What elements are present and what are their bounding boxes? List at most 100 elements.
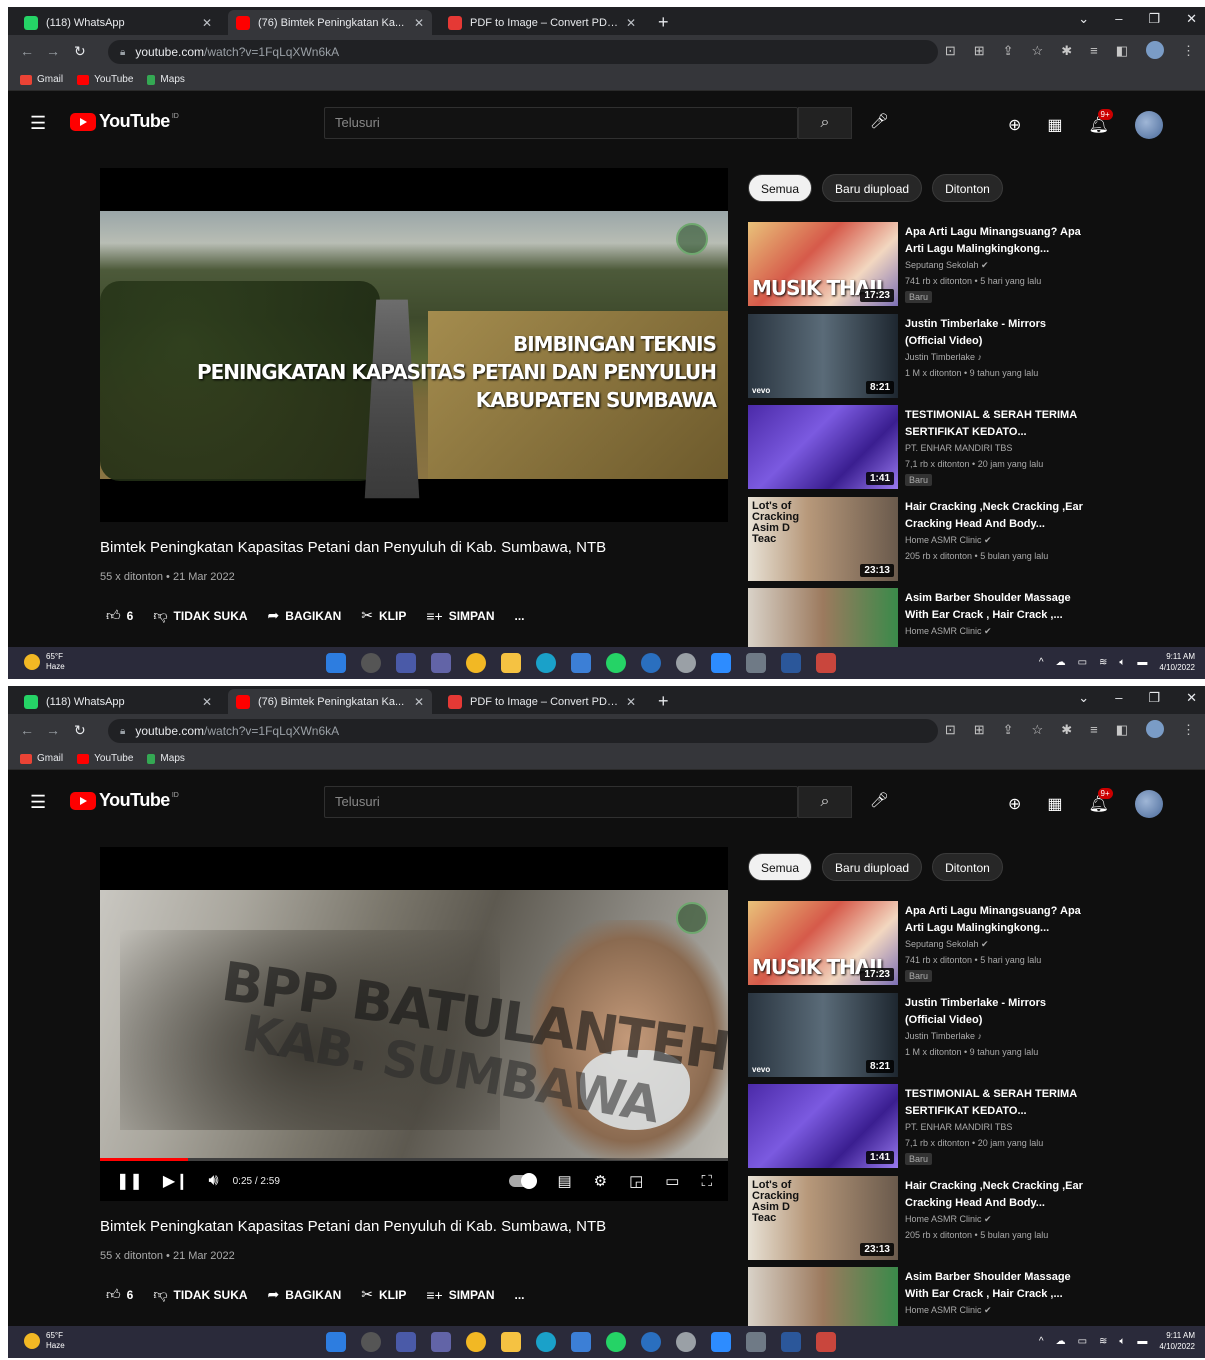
list-item[interactable]: vevo 8:21 Justin Timberlake - Mirrors (Of… — [748, 314, 1088, 402]
display-icon[interactable]: ▭ — [1078, 657, 1087, 668]
share-icon[interactable]: ⇪ — [1003, 722, 1014, 738]
forward-icon[interactable]: → — [46, 43, 60, 59]
avatar[interactable] — [1134, 790, 1163, 818]
weather-widget[interactable]: 65°F Haze — [24, 652, 65, 672]
miniplayer-icon[interactable]: ◲ — [629, 1172, 643, 1190]
video-thumbnail[interactable]: MUSIK THAIL 17:23 — [748, 222, 898, 306]
chevron-up-icon[interactable]: ^ — [1039, 657, 1044, 668]
list-item[interactable]: Lot's of Cracking Asim D Teac 23:13 Hair … — [748, 497, 1088, 585]
profile-avatar[interactable] — [1146, 720, 1164, 738]
bookmark-youtube[interactable]: YouTube — [77, 753, 133, 764]
apps-icon[interactable]: ▦ — [1047, 794, 1062, 814]
maximize-button[interactable]: ❐ — [1148, 690, 1160, 706]
save-button[interactable]: ≡+ SIMPAN — [426, 608, 494, 624]
file-explorer-icon[interactable] — [501, 1332, 521, 1352]
video-player[interactable]: BPP BATULANTEH KAB. SUMBAWA ❚❚ ▶❙ 🔊︎ 0:2… — [100, 847, 728, 1201]
list-item[interactable]: MUSIK THAIL 17:23 Apa Arti Lagu Minangsua… — [748, 901, 1088, 989]
app-icon[interactable] — [816, 1332, 836, 1352]
app-icon[interactable] — [746, 1332, 766, 1352]
back-icon[interactable]: ← — [20, 43, 34, 59]
chip-watched[interactable]: Ditonton — [932, 174, 1003, 202]
bookmark-youtube[interactable]: YouTube — [77, 74, 133, 85]
chip-new[interactable]: Baru diupload — [822, 853, 923, 881]
close-window-button[interactable]: ✕ — [1186, 690, 1197, 706]
translate-icon[interactable]: ⊞ — [974, 43, 985, 59]
reload-icon[interactable]: ↻ — [74, 722, 86, 739]
create-video-icon[interactable]: ⊕ — [1008, 115, 1021, 135]
whatsapp-icon[interactable] — [606, 1332, 626, 1352]
tab-search-icon[interactable]: ⌄ — [1078, 11, 1089, 27]
close-icon[interactable]: ✕ — [414, 695, 424, 709]
video-thumbnail[interactable]: Lot's of Cracking Asim D Teac 23:13 — [748, 1176, 898, 1260]
bookmark-maps[interactable]: Maps — [147, 753, 185, 764]
tab-youtube[interactable]: (76) Bimtek Peningkatan Ka... ✕ — [228, 10, 433, 35]
extensions-icon[interactable]: ✱ — [1061, 722, 1072, 738]
notifications-icon[interactable]: 🔔︎ 9+ — [1089, 788, 1113, 814]
teams-icon[interactable] — [431, 653, 451, 673]
whatsapp-icon[interactable] — [606, 653, 626, 673]
close-icon[interactable]: ✕ — [626, 695, 636, 709]
video-thumbnail[interactable]: MUSIK THAIL 17:23 — [748, 901, 898, 985]
zoom-icon[interactable] — [711, 653, 731, 673]
search-button[interactable]: ⌕ — [798, 107, 852, 139]
share-button[interactable]: ➦ BAGIKAN — [268, 607, 342, 624]
cloud-icon[interactable]: ☁ — [1056, 657, 1066, 668]
chip-watched[interactable]: Ditonton — [932, 853, 1003, 881]
notifications-icon[interactable]: 🔔︎ 9+ — [1089, 109, 1113, 135]
settings-gear-icon[interactable]: ⚙ — [594, 1172, 607, 1190]
star-icon[interactable]: ☆ — [1032, 43, 1044, 59]
video-thumbnail[interactable]: 1:41 — [748, 405, 898, 489]
list-item[interactable]: Lot's of Cracking Asim D Teac 23:13 Hair … — [748, 1176, 1088, 1264]
channel-watermark-icon[interactable] — [676, 902, 708, 934]
menu-icon[interactable]: ⋮ — [1182, 43, 1195, 59]
menu-hamburger-icon[interactable]: ☰ — [30, 113, 46, 134]
forward-icon[interactable]: → — [46, 722, 60, 738]
windows-start-icon[interactable] — [326, 653, 346, 673]
tab-search-icon[interactable]: ⌄ — [1078, 690, 1089, 706]
create-video-icon[interactable]: ⊕ — [1008, 794, 1021, 814]
search-input[interactable]: Telusuri — [324, 786, 798, 818]
minimize-button[interactable]: – — [1115, 690, 1122, 706]
dislike-button[interactable]: 👎︎ TIDAK SUKA — [153, 1286, 247, 1303]
wifi-icon[interactable]: ≋ — [1099, 1336, 1107, 1347]
dislike-button[interactable]: 👎︎ TIDAK SUKA — [153, 607, 247, 624]
list-item[interactable]: 1:41 TESTIMONIAL & SERAH TERIMA SERTIFIK… — [748, 405, 1088, 493]
more-button[interactable]: ... — [515, 609, 525, 623]
microphone-icon[interactable]: 🎤︎ — [870, 791, 889, 809]
like-button[interactable]: 👍︎ 6 — [106, 607, 133, 624]
globe-icon[interactable] — [641, 1332, 661, 1352]
tab-pdf[interactable]: PDF to Image – Convert PDF to... ✕ — [440, 689, 644, 714]
tab-whatsapp[interactable]: (118) WhatsApp ✕ — [16, 689, 220, 714]
search-input[interactable]: Telusuri — [324, 107, 798, 139]
app-icon[interactable] — [746, 653, 766, 673]
close-icon[interactable]: ✕ — [414, 16, 424, 30]
channel-watermark-icon[interactable] — [676, 223, 708, 255]
video-player[interactable]: BIMBINGAN TEKNIS PENINGKATAN KAPASITAS P… — [100, 168, 728, 522]
install-icon[interactable]: ⊡ — [945, 43, 956, 59]
search-button[interactable]: ⌕ — [798, 786, 852, 818]
tab-youtube[interactable]: (76) Bimtek Peningkatan Ka... ✕ — [228, 689, 433, 714]
more-button[interactable]: ... — [515, 1288, 525, 1302]
search-icon[interactable] — [361, 1332, 381, 1352]
new-tab-button[interactable]: + — [658, 12, 669, 33]
subtitles-icon[interactable]: ▤ — [557, 1172, 571, 1190]
volume-icon[interactable]: 🔊︎ — [209, 1172, 219, 1190]
clip-button[interactable]: ✂ KLIP — [361, 1286, 406, 1303]
close-window-button[interactable]: ✕ — [1186, 11, 1197, 27]
list-item[interactable]: vevo 8:21 Justin Timberlake - Mirrors (Of… — [748, 993, 1088, 1081]
avatar[interactable] — [1134, 111, 1163, 139]
word-icon[interactable] — [781, 653, 801, 673]
theater-mode-icon[interactable]: ▭ — [665, 1172, 679, 1190]
file-explorer-icon[interactable] — [501, 653, 521, 673]
profile-avatar[interactable] — [1146, 41, 1164, 59]
video-thumbnail[interactable]: 1:41 — [748, 1084, 898, 1168]
install-icon[interactable]: ⊡ — [945, 722, 956, 738]
autoplay-toggle[interactable] — [509, 1173, 538, 1189]
address-bar[interactable]: 🔒︎ youtube.com/watch?v=1FqLqXWn6kA — [108, 40, 938, 64]
app-icon[interactable] — [816, 653, 836, 673]
volume-icon[interactable]: 🔈︎ — [1119, 657, 1125, 668]
minimize-button[interactable]: – — [1115, 11, 1122, 27]
tab-whatsapp[interactable]: (118) WhatsApp ✕ — [16, 10, 220, 35]
battery-icon[interactable]: ▬ — [1137, 1336, 1147, 1347]
chevron-up-icon[interactable]: ^ — [1039, 1336, 1044, 1347]
